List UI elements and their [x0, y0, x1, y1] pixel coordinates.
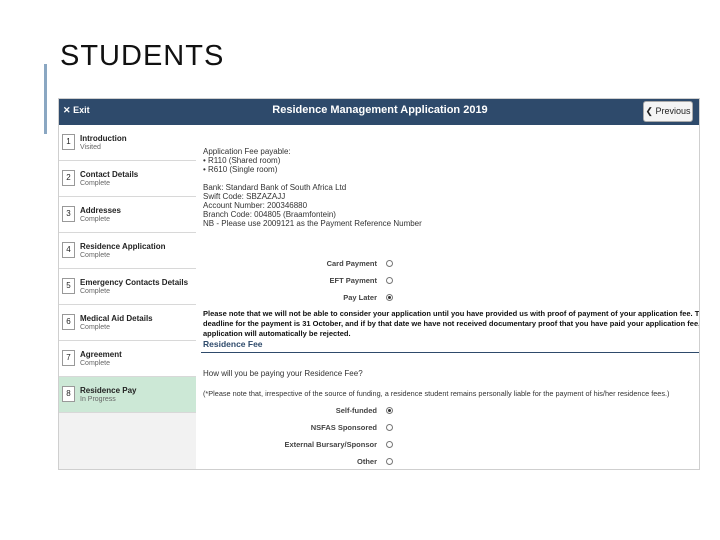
pay-later-radio[interactable]: [386, 294, 393, 301]
app-header-bar: ✕ Exit Residence Management Application …: [59, 99, 699, 125]
residence-fee-question: How will you be paying your Residence Fe…: [203, 369, 363, 378]
previous-label: Previous: [655, 106, 691, 116]
eft-payment-radio[interactable]: [386, 277, 393, 284]
application-window: ✕ Exit Residence Management Application …: [58, 98, 700, 470]
step-item-addresses[interactable]: 3 Addresses Complete: [59, 197, 196, 233]
step-item-agreement[interactable]: 7 Agreement Complete: [59, 341, 196, 377]
step-number: 5: [62, 278, 75, 294]
step-label: Emergency Contacts Details: [80, 278, 189, 287]
self-funded-radio[interactable]: [386, 407, 393, 414]
step-label: Contact Details: [80, 170, 139, 179]
step-label: Residence Application: [80, 242, 166, 251]
external-bursary-radio[interactable]: [386, 441, 393, 448]
residence-fee-option-label: NSFAS Sponsored: [310, 423, 377, 432]
residence-fee-option-label: External Bursary/Sponsor: [284, 440, 377, 449]
notice-text: Please note that we will not be able to …: [203, 309, 700, 318]
slide-title: STUDENTS: [60, 40, 225, 72]
step-label: Agreement: [80, 350, 122, 359]
step-label: Addresses: [80, 206, 121, 215]
fee-item: • R610 (Single room): [203, 165, 278, 174]
step-sidebar: 1 Introduction Visited 2 Contact Details…: [59, 125, 196, 469]
fee-heading: Application Fee payable:: [203, 147, 291, 156]
fee-item: • R110 (Shared room): [203, 156, 281, 165]
step-item-residence-application[interactable]: 4 Residence Application Complete: [59, 233, 196, 269]
notice-text: deadline for the payment is 31 October, …: [203, 319, 700, 328]
step-number: 8: [62, 386, 75, 402]
payment-option-label: EFT Payment: [329, 276, 377, 285]
step-status: Complete: [80, 288, 110, 295]
step-item-residence-pay[interactable]: 8 Residence Pay In Progress: [59, 377, 196, 413]
step-number: 4: [62, 242, 75, 258]
step-item-introduction[interactable]: 1 Introduction Visited: [59, 125, 196, 161]
payment-option-label: Pay Later: [343, 293, 377, 302]
other-radio[interactable]: [386, 458, 393, 465]
step-label: Introduction: [80, 134, 127, 143]
step-status: Complete: [80, 252, 110, 259]
step-item-emergency-contacts[interactable]: 5 Emergency Contacts Details Complete: [59, 269, 196, 305]
main-content: Application Fee payable: • R110 (Shared …: [199, 125, 700, 469]
app-title: Residence Management Application 2019: [272, 104, 488, 116]
step-label: Residence Pay: [80, 386, 137, 395]
step-number: 3: [62, 206, 75, 222]
bank-line: Branch Code: 004805 (Braamfontein): [203, 210, 336, 219]
step-number: 2: [62, 170, 75, 186]
step-item-contact-details[interactable]: 2 Contact Details Complete: [59, 161, 196, 197]
step-status: Complete: [80, 180, 110, 187]
card-payment-radio[interactable]: [386, 260, 393, 267]
residence-fee-option-label: Other: [356, 457, 377, 466]
section-divider: [201, 352, 699, 353]
payment-option-label: Card Payment: [326, 259, 377, 268]
step-status: Complete: [80, 324, 110, 331]
nsfas-sponsored-radio[interactable]: [386, 424, 393, 431]
notice-text: application will automatically be reject…: [203, 329, 351, 338]
residence-fee-option-label: Self-funded: [335, 406, 377, 415]
bank-line: Bank: Standard Bank of South Africa Ltd: [203, 183, 347, 192]
step-status: In Progress: [80, 396, 116, 403]
previous-button[interactable]: ❮ Previous: [643, 101, 693, 122]
step-item-medical-aid[interactable]: 6 Medical Aid Details Complete: [59, 305, 196, 341]
step-number: 7: [62, 350, 75, 366]
bank-line: NB - Please use 2009121 as the Payment R…: [203, 219, 422, 228]
chevron-left-icon: ❮: [645, 106, 653, 116]
step-label: Medical Aid Details: [80, 314, 153, 323]
step-status: Visited: [80, 144, 101, 151]
step-number: 1: [62, 134, 75, 150]
slide-accent-bar: [44, 64, 47, 134]
step-status: Complete: [80, 360, 110, 367]
residence-fee-heading: Residence Fee: [203, 339, 263, 349]
step-number: 6: [62, 314, 75, 330]
bank-line: Account Number: 200346880: [203, 201, 308, 210]
step-status: Complete: [80, 216, 110, 223]
residence-fee-note: (*Please note that, irrespective of the …: [203, 389, 670, 398]
bank-line: Swift Code: SBZAZAJJ: [203, 192, 286, 201]
